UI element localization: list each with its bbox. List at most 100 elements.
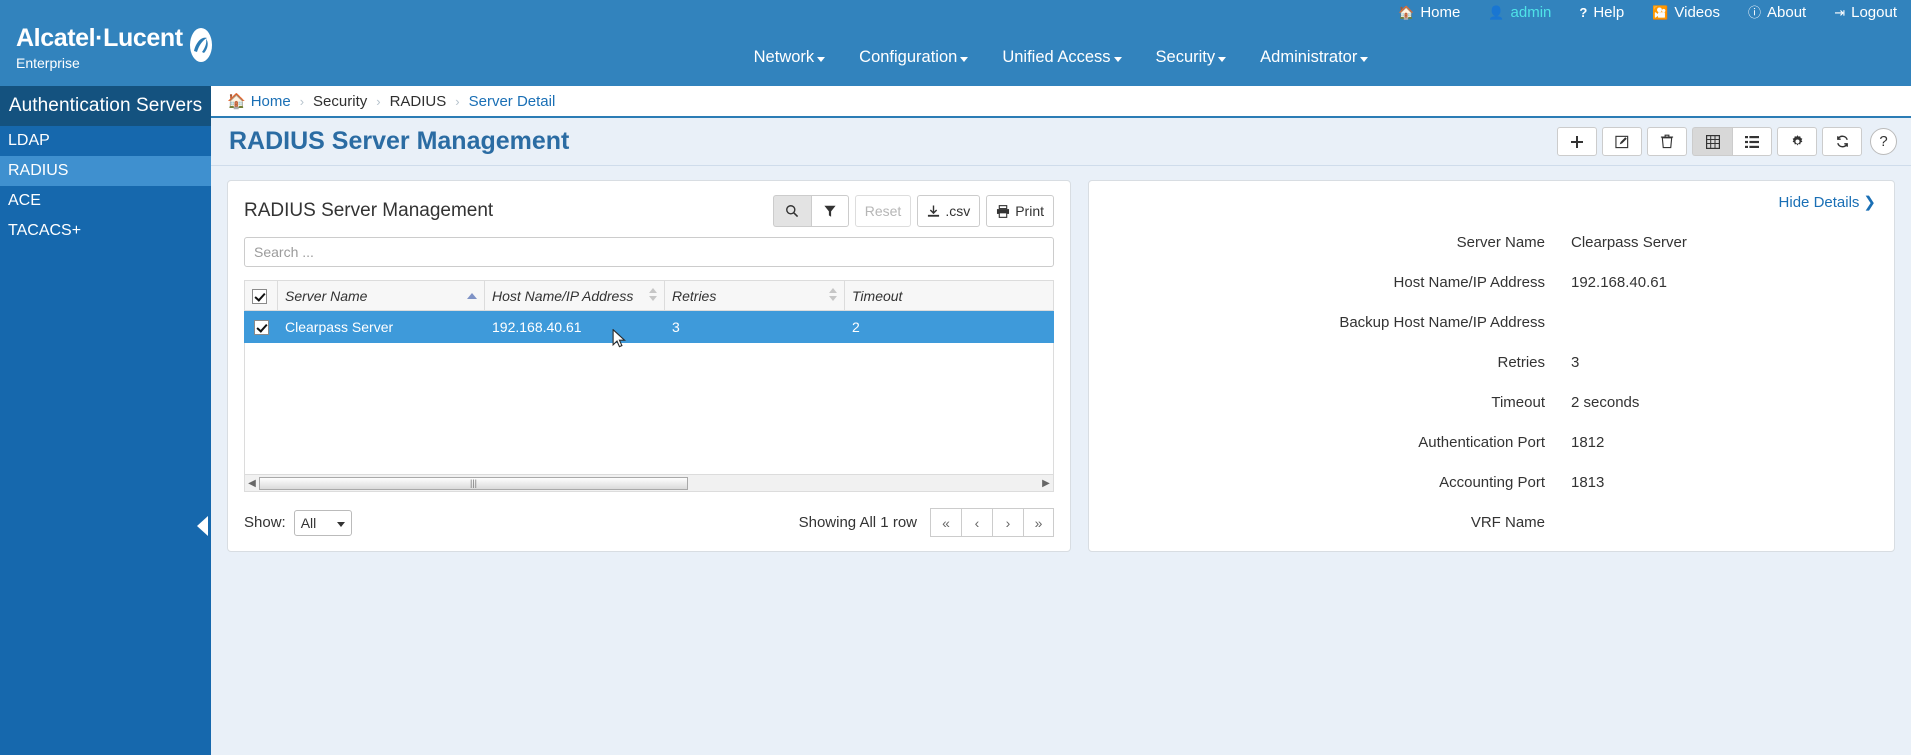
menu-item-security[interactable]: Security	[1156, 48, 1227, 67]
detail-value-timeout: 2 seconds	[1571, 394, 1639, 411]
breadcrumb-item-server-detail[interactable]: Server Detail	[469, 93, 556, 110]
showing-rows-text: Showing All 1 row	[799, 514, 917, 531]
server-details-card: Hide Details ❯ Server Name Clearpass Ser…	[1088, 180, 1895, 552]
sidebar-label-tacacs: TACACS+	[8, 222, 81, 239]
filter-toggle-button[interactable]	[811, 195, 849, 227]
detail-row-retries: Retries 3	[1107, 354, 1876, 371]
table-row[interactable]: Clearpass Server 192.168.40.61 3 2	[245, 311, 1054, 343]
detail-value-host: 192.168.40.61	[1571, 274, 1667, 291]
menu-item-configuration[interactable]: Configuration	[859, 48, 968, 67]
add-button[interactable]	[1557, 127, 1597, 156]
detail-label-host: Host Name/IP Address	[1107, 274, 1571, 291]
topbar-item-about[interactable]: ⓘ About	[1748, 5, 1806, 20]
sidebar-label-ace: ACE	[8, 192, 41, 209]
table-grid-icon	[1706, 135, 1720, 149]
topbar-item-videos[interactable]: 🎦 Videos	[1652, 5, 1720, 20]
table-horizontal-scrollbar[interactable]: ◀ ||| ▶	[244, 475, 1054, 492]
sidebar-collapse-arrow-icon[interactable]	[197, 516, 208, 536]
home-icon: 🏠	[227, 92, 246, 110]
column-label-retries: Retries	[672, 288, 716, 304]
topbar-item-home[interactable]: 🏠 Home	[1398, 5, 1460, 20]
sidebar-item-ace[interactable]: ACE	[0, 186, 211, 216]
rows-per-page-select[interactable]: All	[294, 510, 352, 536]
search-input[interactable]	[244, 237, 1054, 267]
chevron-down-icon	[817, 57, 825, 62]
cell-host: 192.168.40.61	[485, 311, 665, 343]
menu-label-administrator: Administrator	[1260, 48, 1357, 67]
column-header-server-name[interactable]: Server Name	[278, 281, 485, 311]
page-title-bar: RADIUS Server Management	[211, 118, 1911, 166]
table-empty-area	[244, 343, 1054, 475]
select-all-checkbox[interactable]	[252, 289, 267, 304]
breadcrumb-item-security[interactable]: Security	[313, 93, 367, 110]
topbar-label-home: Home	[1420, 5, 1460, 20]
brand-logo-block[interactable]: Alcatel·Lucent Enterprise	[0, 24, 211, 70]
sort-ascending-icon	[467, 293, 477, 299]
menu-item-administrator[interactable]: Administrator	[1260, 48, 1368, 67]
printer-icon	[996, 205, 1010, 218]
topbar-label-admin: admin	[1511, 5, 1552, 20]
scroll-left-arrow-icon[interactable]: ◀	[245, 478, 259, 489]
filter-icon	[824, 205, 836, 218]
scroll-right-arrow-icon[interactable]: ▶	[1039, 478, 1053, 489]
chevron-down-icon	[1114, 57, 1122, 62]
gear-icon	[1790, 134, 1805, 149]
topbar-item-logout[interactable]: ⇥ Logout	[1834, 5, 1897, 20]
topbar-item-help[interactable]: ? Help	[1579, 5, 1624, 20]
detail-label-vrf-name: VRF Name	[1107, 514, 1571, 531]
settings-button[interactable]	[1777, 127, 1817, 156]
csv-label: .csv	[945, 203, 970, 219]
breadcrumb-item-radius[interactable]: RADIUS	[390, 93, 447, 110]
row-checkbox[interactable]	[254, 320, 269, 335]
brand-text: Alcatel·Lucent Enterprise	[16, 26, 183, 70]
menu-item-unified-access[interactable]: Unified Access	[1002, 48, 1121, 67]
grid-view-button[interactable]	[1692, 127, 1732, 156]
detail-row-server-name: Server Name Clearpass Server	[1107, 234, 1876, 251]
list-icon	[1745, 135, 1759, 149]
refresh-icon	[1835, 134, 1850, 149]
sidebar-item-ldap[interactable]: LDAP	[0, 126, 211, 156]
sidebar-item-tacacs[interactable]: TACACS+	[0, 216, 211, 246]
pager-prev-button[interactable]: ‹	[961, 508, 992, 537]
detail-label-acct-port: Accounting Port	[1107, 474, 1571, 491]
column-header-timeout[interactable]: Timeout	[845, 281, 1054, 311]
cell-timeout: 2	[845, 311, 1054, 343]
column-header-host[interactable]: Host Name/IP Address	[485, 281, 665, 311]
pager-first-button[interactable]: «	[930, 508, 961, 537]
show-label: Show:	[244, 514, 286, 531]
chevron-down-icon	[960, 57, 968, 62]
reset-button[interactable]: Reset	[855, 195, 912, 227]
scroll-thumb[interactable]: |||	[259, 477, 688, 490]
search-toggle-button[interactable]	[773, 195, 811, 227]
brand-sub: Enterprise	[16, 56, 183, 70]
detail-label-server-name: Server Name	[1107, 234, 1571, 251]
sidebar-title: Authentication Servers	[0, 86, 211, 126]
sort-both-icon	[829, 288, 837, 301]
select-all-header[interactable]	[245, 281, 278, 311]
menu-item-network[interactable]: Network	[754, 48, 826, 67]
edit-button[interactable]	[1602, 127, 1642, 156]
info-icon: ⓘ	[1748, 6, 1761, 19]
scroll-track[interactable]: |||	[259, 476, 1039, 491]
topbar-item-admin[interactable]: 👤 admin	[1488, 5, 1551, 20]
list-view-button[interactable]	[1732, 127, 1772, 156]
sidebar-item-radius[interactable]: RADIUS	[0, 156, 211, 186]
pager-last-button[interactable]: »	[1023, 508, 1054, 537]
breadcrumb-item-home[interactable]: 🏠 Home	[227, 92, 291, 110]
csv-export-button[interactable]: .csv	[917, 195, 980, 227]
help-button[interactable]: ?	[1870, 128, 1897, 155]
refresh-button[interactable]	[1822, 127, 1862, 156]
hide-details-button[interactable]: Hide Details ❯	[1107, 193, 1876, 211]
detail-row-vrf-name: VRF Name	[1107, 514, 1876, 531]
breadcrumb: 🏠 Home › Security › RADIUS › Server Deta…	[211, 86, 1911, 118]
pager-next-button[interactable]: ›	[992, 508, 1023, 537]
menu-label-unified-access: Unified Access	[1002, 48, 1110, 67]
rows-per-page-value: All	[301, 515, 317, 531]
delete-button[interactable]	[1647, 127, 1687, 156]
content-area: 🏠 Home › Security › RADIUS › Server Deta…	[211, 86, 1911, 755]
column-header-retries[interactable]: Retries	[665, 281, 845, 311]
print-button[interactable]: Print	[986, 195, 1054, 227]
page-title: RADIUS Server Management	[229, 127, 569, 156]
row-select-cell[interactable]	[245, 311, 278, 343]
hide-details-label: Hide Details	[1779, 194, 1860, 211]
